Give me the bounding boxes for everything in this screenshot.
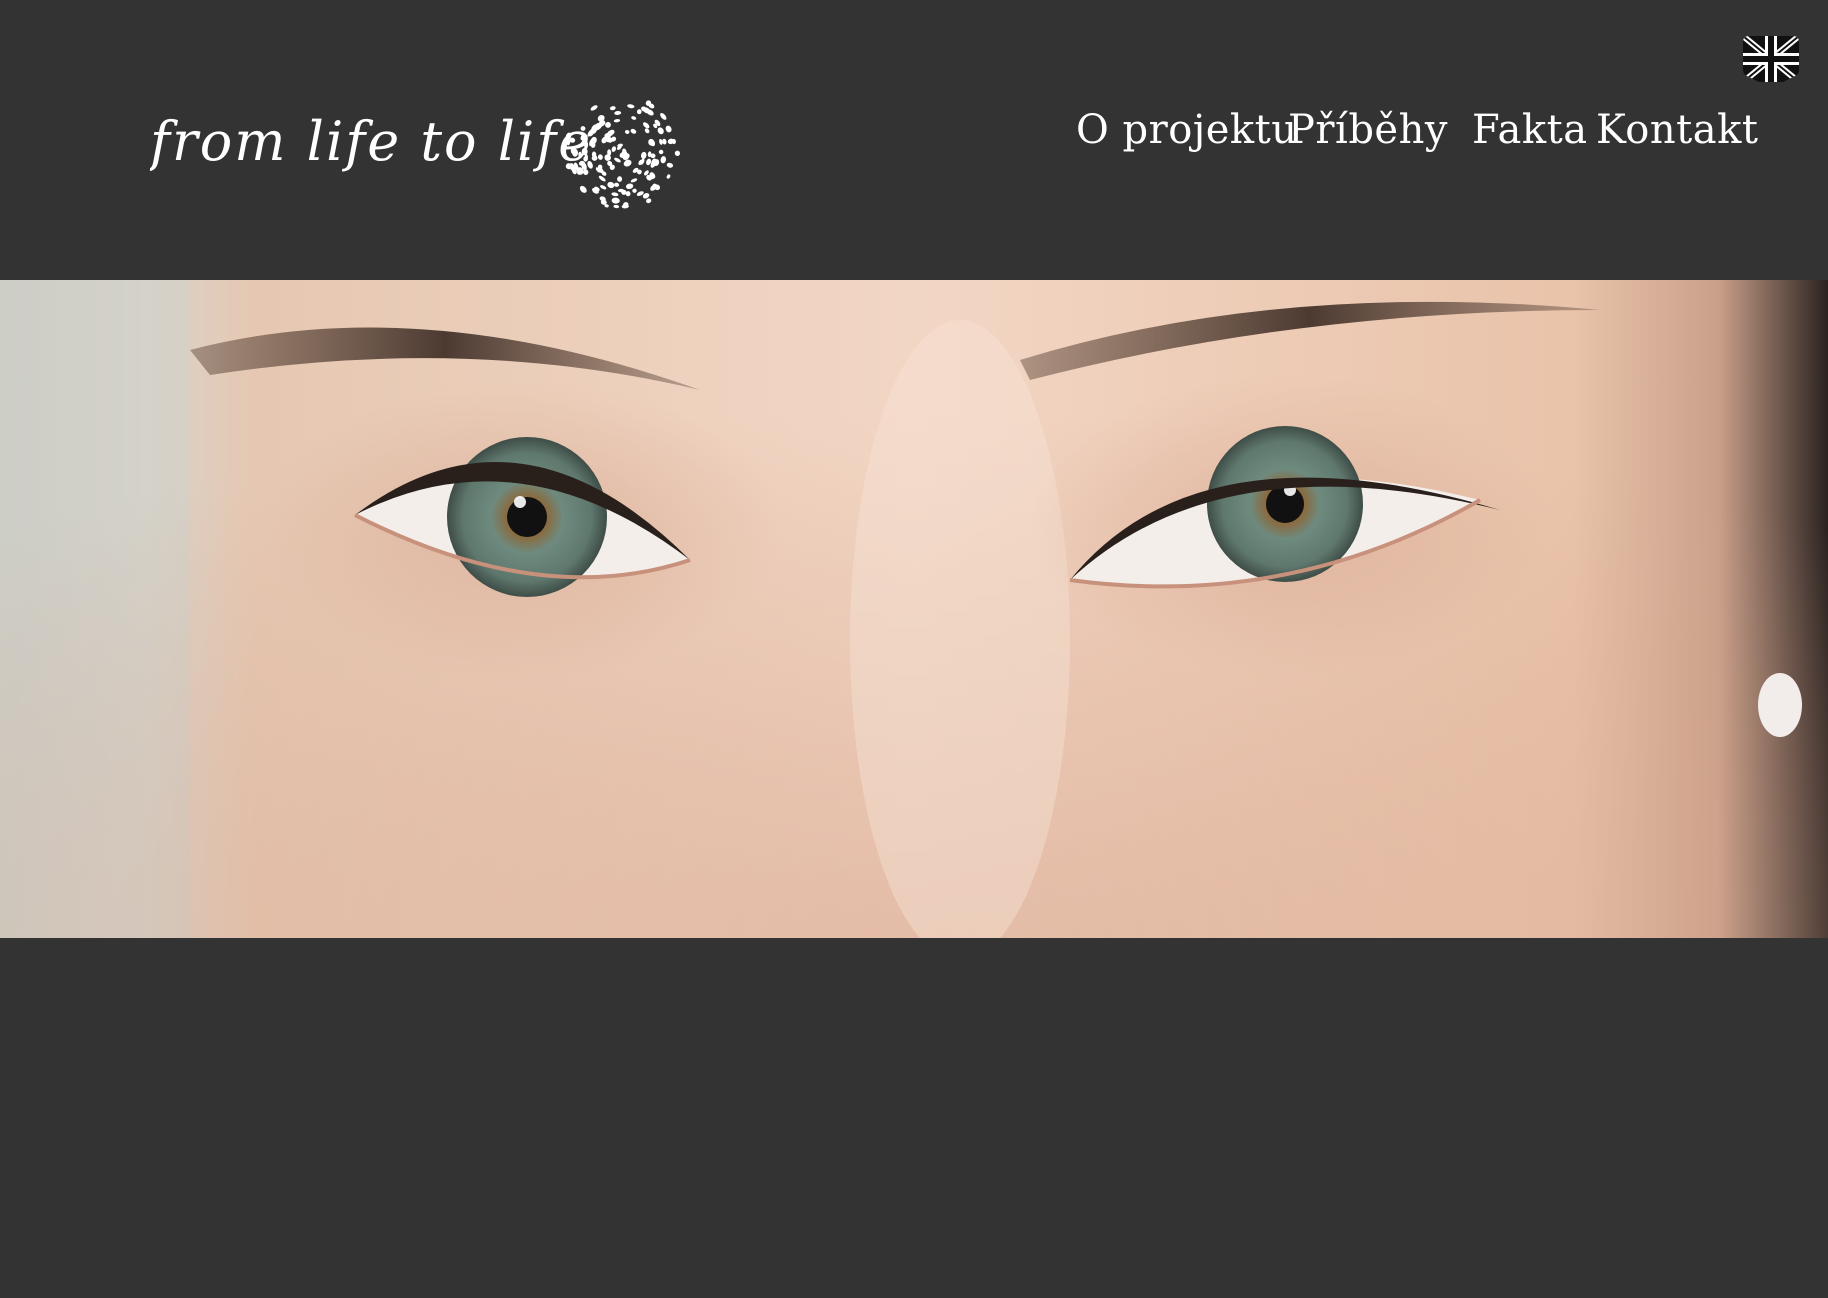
logo-dot — [617, 176, 623, 182]
hero-image — [0, 280, 1828, 938]
logo-dot — [646, 198, 652, 204]
site-logo[interactable]: from life to life — [150, 90, 690, 220]
logo-dot — [597, 154, 603, 160]
logo-dot — [657, 127, 664, 135]
logo-dot — [627, 104, 635, 109]
nav-item-fakta[interactable]: Fakta — [1472, 104, 1588, 156]
logo-dot — [607, 181, 615, 189]
logo-dot — [666, 174, 671, 179]
logo-dot — [643, 122, 650, 129]
logo-dot — [609, 106, 616, 111]
nav-item-o-projektu[interactable]: O projektu — [1076, 104, 1297, 156]
logo-dot — [632, 188, 637, 193]
site-header: from life to life O projektu Příběhy Fak… — [0, 0, 1828, 280]
uk-flag-icon[interactable] — [1743, 36, 1799, 82]
logo-dot — [625, 130, 630, 134]
logo-dot — [658, 149, 664, 155]
logo-dot — [614, 110, 622, 116]
nav-item-pribehy[interactable]: Příběhy — [1288, 104, 1448, 156]
logo-dot — [640, 151, 647, 159]
logo-dot — [611, 197, 620, 204]
logo-dot — [614, 182, 620, 187]
logo-dot — [613, 119, 621, 123]
logo-dot — [617, 188, 625, 193]
logo-dot — [614, 157, 621, 163]
logo-dot — [631, 116, 637, 120]
logo-dot — [630, 128, 637, 134]
logo-dot — [611, 192, 619, 197]
logo-dot — [644, 128, 650, 134]
logo-dot — [674, 150, 681, 156]
logo-dot — [600, 185, 607, 190]
close-up-eyes-photo — [0, 280, 1828, 938]
logo-dot — [660, 156, 667, 164]
logo-graphic: from life to life — [150, 100, 681, 209]
logo-dot — [625, 183, 634, 190]
logo-dot — [613, 204, 620, 209]
page-body-empty — [0, 938, 1828, 1298]
logo-dot — [660, 112, 667, 120]
logo-dot — [630, 178, 638, 183]
logo-dot — [665, 125, 672, 133]
logo-dot — [666, 162, 674, 168]
logo-dot — [598, 175, 606, 182]
logo-wordmark: from life to life — [150, 110, 592, 173]
logo-dot — [579, 185, 587, 193]
nav-item-kontakt[interactable]: Kontakt — [1596, 104, 1758, 156]
logo-dot — [611, 146, 617, 152]
